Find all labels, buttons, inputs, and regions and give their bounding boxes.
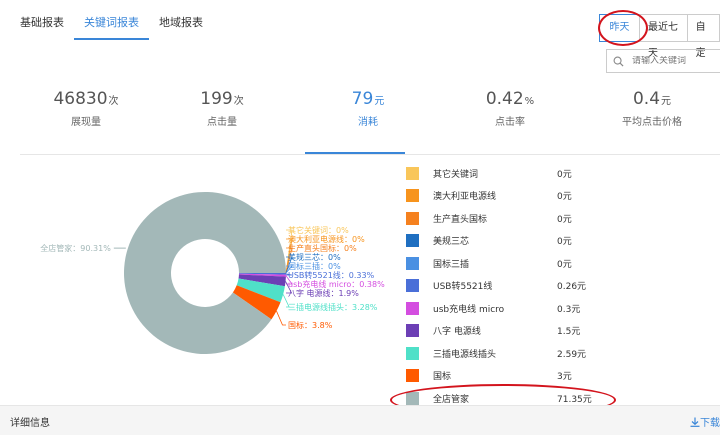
pie-slice-label: 国标：3.8% [288, 320, 333, 330]
metric-unit: 元 [661, 96, 672, 107]
legend-swatch [406, 189, 419, 203]
metric-click-rate[interactable]: 0.42% 点击率 [438, 88, 582, 128]
tab-basic-report[interactable]: 基础报表 [0, 0, 74, 40]
legend-name: 国标三插 [433, 259, 470, 270]
details-title: 详细信息 [10, 418, 50, 429]
metric-value: 0.42 [485, 89, 524, 109]
metric-avg-click-price[interactable]: 0.4元 平均点击价格 [580, 88, 720, 128]
pie-slice-label: 国标三插：0% [288, 261, 341, 271]
legend-value: 0元 [557, 237, 572, 248]
legend-swatch [406, 391, 419, 405]
legend-item[interactable]: 国标三插 0元 [398, 252, 620, 275]
range-custom-button[interactable]: 自定 [686, 14, 720, 59]
legend-swatch [406, 279, 419, 293]
legend-item[interactable]: 三插电源线插头 2.59元 [398, 342, 620, 365]
download-button[interactable]: 下载 [690, 414, 720, 429]
report-tabs: 基础报表 关键词报表 地域报表 [0, 0, 213, 44]
metric-cost[interactable]: 79元 消耗 [296, 88, 440, 128]
metric-label: 点击率 [495, 117, 525, 128]
keyword-search-input[interactable] [632, 56, 720, 66]
metric-value: 0.4 [632, 89, 661, 109]
search-icon [613, 56, 624, 67]
keyword-search-box[interactable] [606, 49, 720, 73]
legend-swatch [406, 256, 419, 270]
metric-label: 点击量 [207, 117, 237, 128]
metric-value: 46830 [53, 89, 108, 109]
legend-value: 2.59元 [557, 349, 587, 360]
pie-slice-label: USB转5521线：0.33% [288, 270, 375, 280]
pie-slice-label: 美规三芯：0% [288, 252, 341, 262]
metric-label: 展现量 [71, 117, 101, 128]
legend-name: 国标 [433, 372, 452, 383]
metric-label: 平均点击价格 [622, 117, 682, 128]
legend-item[interactable]: 澳大利亚电源线 0元 [398, 185, 620, 208]
legend-swatch [406, 324, 419, 338]
legend-swatch [406, 234, 419, 248]
metric-value: 199 [200, 89, 233, 109]
legend-name: 澳大利亚电源线 [433, 192, 497, 203]
pie-slice-label: 全店管家：90.31% [40, 243, 111, 253]
legend-name: USB转5521线 [433, 282, 493, 293]
legend-swatch [406, 301, 419, 315]
pie-slice-label: usb充电线 micro：0.38% [288, 279, 385, 289]
legend-value: 3元 [557, 372, 572, 383]
download-icon [690, 417, 700, 427]
divider [20, 154, 720, 155]
legend-item[interactable]: 国标 3元 [398, 365, 620, 388]
pie-slice-label: 生产直头国标：0% [288, 243, 357, 253]
legend-item[interactable]: USB转5521线 0.26元 [398, 275, 620, 298]
date-range-group: 昨天 最近七天 自定 [599, 14, 720, 59]
metric-impressions[interactable]: 46830次 展现量 [14, 88, 158, 128]
metric-unit: 元 [374, 96, 385, 107]
legend-item[interactable]: 美规三芯 0元 [398, 230, 620, 253]
cost-donut-chart: 其它关键词：0%澳大利亚电源线：0%生产直头国标：0%美规三芯：0%国标三插：0… [40, 191, 385, 354]
legend-item[interactable]: 其它关键词 0元 [398, 162, 620, 185]
legend-value: 71.35元 [557, 394, 592, 405]
legend-swatch [406, 211, 419, 225]
metric-unit: 次 [233, 96, 244, 107]
chart-legend: 其它关键词 0元 澳大利亚电源线 0元 生产直头国标 0元 美规三芯 0元 国标三插 0元 USB转… [398, 162, 620, 410]
metric-unit: 次 [108, 96, 119, 107]
legend-name: 三插电源线插头 [433, 349, 497, 360]
legend-value: 0元 [557, 259, 572, 270]
legend-name: 生产直头国标 [433, 214, 488, 225]
download-label: 下载 [700, 418, 720, 429]
legend-item[interactable]: 八字 电源线 1.5元 [398, 320, 620, 343]
metric-value: 79 [351, 89, 374, 109]
range-last-seven-days-button[interactable]: 最近七天 [639, 14, 688, 59]
metric-unit: % [524, 96, 535, 107]
legend-name: 其它关键词 [433, 169, 479, 180]
legend-name: 八字 电源线 [433, 327, 481, 338]
legend-item[interactable]: 生产直头国标 0元 [398, 207, 620, 230]
pie-slice-label: 八字 电源线：1.9% [288, 288, 359, 298]
pie-slice-label: 三插电源线插头：3.28% [288, 302, 378, 312]
metric-clicks[interactable]: 199次 点击量 [150, 88, 294, 128]
tab-keyword-report[interactable]: 关键词报表 [74, 0, 149, 40]
legend-item[interactable]: usb充电线 micro 0.3元 [398, 297, 620, 320]
legend-swatch [406, 166, 419, 180]
legend-swatch [406, 346, 419, 360]
pie-label-line [276, 310, 286, 326]
legend-value: 0.3元 [557, 304, 581, 315]
legend-name: 全店管家 [433, 394, 470, 405]
pie-slice-label: 澳大利亚电源线：0% [288, 234, 365, 244]
pie-slice[interactable] [124, 191, 286, 354]
metric-label: 消耗 [358, 117, 378, 128]
legend-value: 0.26元 [557, 282, 587, 293]
legend-value: 0元 [557, 214, 572, 225]
legend-name: usb充电线 micro [433, 304, 505, 315]
legend-swatch [406, 369, 419, 383]
tab-region-report[interactable]: 地域报表 [149, 0, 213, 40]
pie-slice-label: 其它关键词：0% [288, 225, 349, 235]
legend-value: 0元 [557, 192, 572, 203]
legend-name: 美规三芯 [433, 237, 470, 248]
legend-value: 0元 [557, 169, 572, 180]
range-yesterday-button[interactable]: 昨天 [599, 14, 640, 42]
legend-value: 1.5元 [557, 327, 581, 338]
details-footer: 详细信息 下载 [0, 405, 720, 435]
metrics-row: 46830次 展现量 199次 点击量 79元 消耗 0.42% 点击率 0.4… [0, 88, 720, 154]
